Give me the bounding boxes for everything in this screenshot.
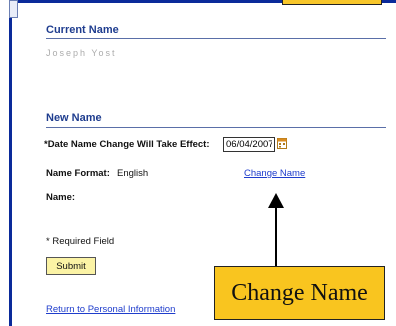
window-frame-left [9,0,12,326]
change-name-callout: Change Name [214,266,385,320]
arrow-shaft [275,206,277,266]
new-name-divider [46,127,386,128]
current-name-heading: Current Name [46,24,119,36]
name-format-label: Name Format: [46,168,110,179]
current-name-divider [46,38,386,39]
effective-date-label: *Date Name Change Will Take Effect: [44,139,210,150]
top-callout-fragment [282,0,382,5]
new-name-heading: New Name [46,112,102,124]
return-to-personal-info-link[interactable]: Return to Personal Information [46,304,175,315]
name-format-value: English [117,168,149,179]
frame-corner-tab [9,0,18,18]
name-label: Name: [46,192,76,203]
change-name-link[interactable]: Change Name [244,168,305,179]
submit-button[interactable]: Submit [46,257,96,275]
calendar-icon[interactable] [277,137,287,149]
effective-date-input[interactable] [223,137,275,152]
current-name-value: Joseph Yost [46,48,117,58]
required-field-note: * Required Field [46,236,115,247]
